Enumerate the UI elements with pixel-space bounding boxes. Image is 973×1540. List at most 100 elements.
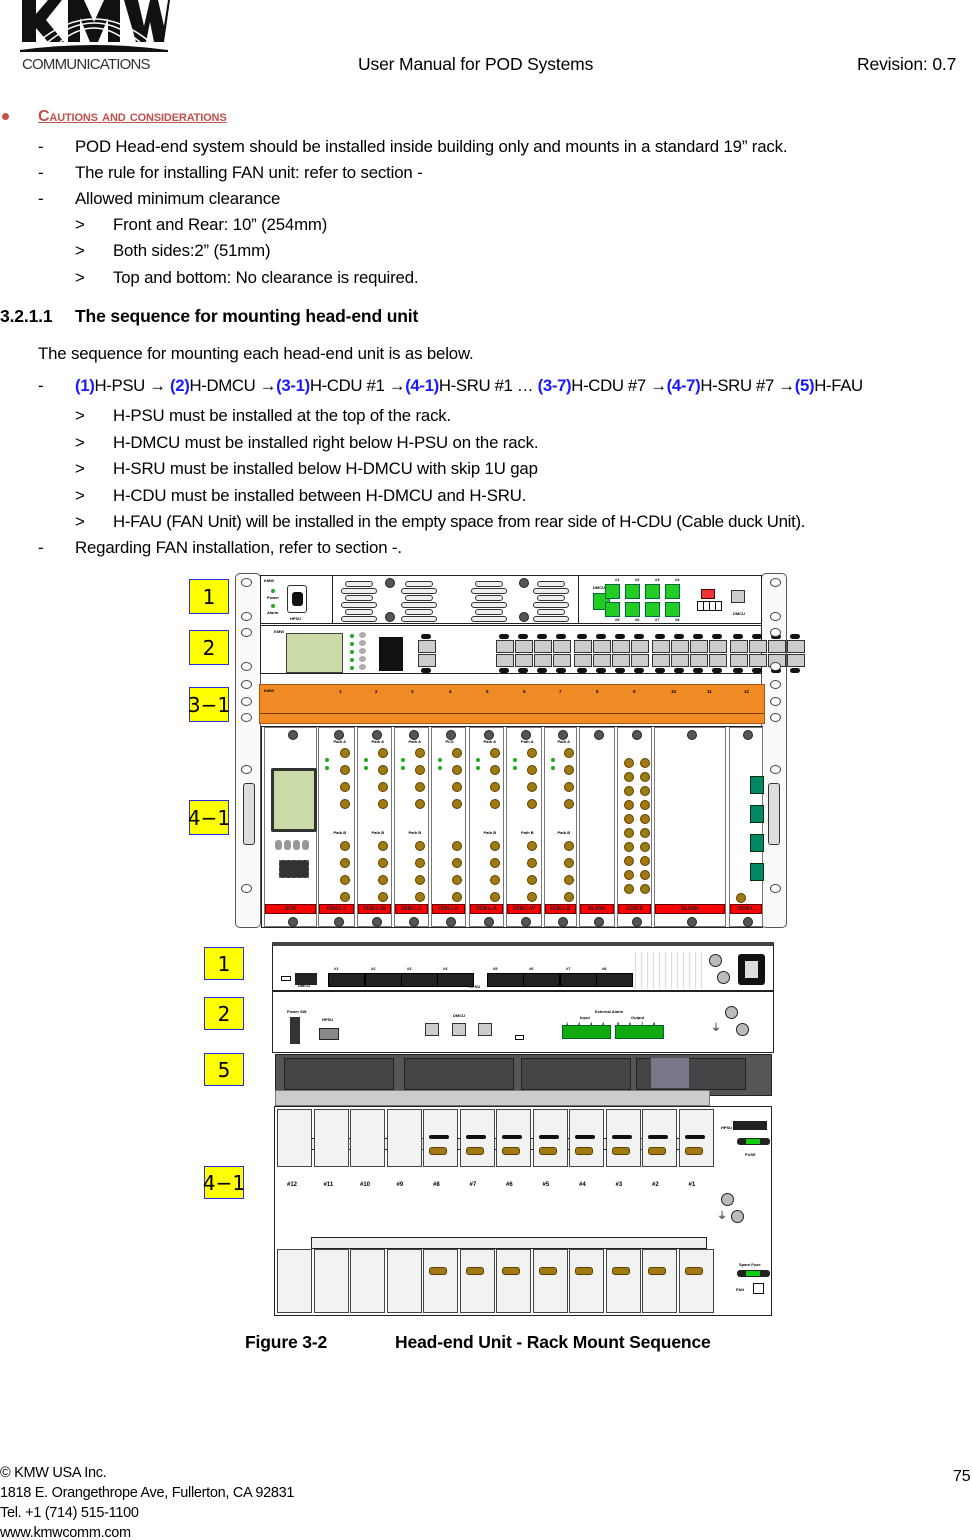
caution-item: POD Head-end system should be installed …	[75, 137, 788, 156]
port-label: #2	[635, 577, 640, 582]
port-led	[665, 602, 680, 617]
sequence-unit: H-FAU	[814, 376, 863, 395]
dash: -	[38, 538, 44, 557]
sru-rear-slot	[277, 1109, 312, 1167]
ethernet-port	[749, 654, 767, 667]
cdu-port-number: 1	[339, 689, 342, 694]
rf-connector	[640, 856, 650, 866]
cdu-port-number: 8	[596, 689, 599, 694]
port-number-badge	[733, 668, 743, 673]
slot-badge	[684, 1135, 705, 1139]
dip-switch	[703, 601, 710, 611]
fan-bracket	[275, 1090, 710, 1106]
rf-connector	[538, 1147, 557, 1155]
ground-icon: ⏚	[711, 1023, 721, 1034]
slot-badge	[502, 1135, 522, 1139]
ethernet-port	[690, 654, 708, 667]
rf-connector	[465, 1267, 484, 1275]
mount-hole	[241, 680, 252, 689]
rf-connector	[624, 828, 634, 838]
mount-hole	[241, 578, 252, 587]
power-led	[271, 589, 275, 593]
alarm-number: 7	[641, 1021, 644, 1026]
sru-rear-slot	[496, 1109, 531, 1167]
vent-slot	[405, 581, 433, 587]
status-led	[476, 766, 480, 770]
port-number-badge	[537, 634, 547, 639]
card-screw-top	[333, 730, 344, 740]
vent-slot	[345, 595, 373, 601]
status-led	[551, 766, 555, 770]
dmcu-module: DMCU #1 #5 #2 #6 #3 #7 #4 #8 DMCU	[578, 575, 762, 624]
mount-hole	[241, 697, 252, 706]
lcd-display	[271, 768, 317, 832]
ethernet-port	[534, 640, 552, 653]
screw	[519, 578, 529, 588]
footer-web[interactable]: www.kmwcomm.com	[0, 1524, 131, 1540]
hpsu-label: HPSU	[721, 1125, 733, 1130]
arrow-bullet: >	[75, 241, 85, 260]
led-label: Power	[267, 595, 280, 600]
rf-connector	[527, 892, 537, 902]
dmcu-label: DMCU	[733, 611, 745, 616]
slot-number: #7	[469, 1182, 477, 1188]
section-intro: The sequence for mounting each head-end …	[38, 344, 474, 363]
status-led	[364, 766, 368, 770]
arrow-bullet: >	[75, 215, 85, 234]
sru-rear-slot	[532, 1109, 568, 1167]
rf-connector	[736, 893, 746, 903]
button	[359, 632, 366, 638]
port-led	[645, 584, 660, 599]
vent-slot	[537, 595, 565, 601]
slot-number: #11	[323, 1182, 334, 1188]
port-number-badge	[752, 668, 762, 673]
port-number-badge	[634, 634, 644, 639]
rf-connector	[563, 892, 574, 902]
dmcu-connector	[295, 973, 317, 985]
path-label: Path B	[521, 830, 534, 835]
card-label: FEM-L-C	[395, 904, 428, 914]
button	[359, 648, 366, 654]
ethernet-port	[574, 654, 592, 667]
slot-badge	[538, 1135, 559, 1139]
port-number-badge	[596, 634, 606, 639]
vent-slot	[475, 609, 503, 615]
vent-slot	[341, 602, 377, 608]
port-led	[605, 602, 620, 617]
port-label: #7	[655, 617, 660, 622]
card-screw-bottom	[687, 917, 697, 927]
ethernet-port	[787, 640, 805, 653]
rf-connector	[563, 782, 574, 792]
rf-connector	[429, 1267, 447, 1275]
port-number-badge	[693, 634, 703, 639]
rf-connector	[465, 1147, 484, 1155]
ethernet-port	[787, 654, 805, 667]
rf-connector	[563, 748, 574, 758]
optical-port	[750, 863, 764, 881]
ethernet-ports	[279, 860, 309, 878]
brand-label: KMW	[274, 629, 284, 634]
screw	[385, 578, 395, 588]
card-screw-top	[594, 730, 604, 740]
status-led	[350, 650, 354, 654]
rule-item: H-DMCU must be installed right below H-P…	[113, 433, 539, 452]
card-screw-top	[445, 730, 456, 740]
ethernet-port	[671, 640, 689, 653]
connector-label: DMCU	[298, 983, 310, 988]
card-screw-top	[557, 730, 568, 740]
rf-connector	[451, 748, 462, 758]
rf-connector	[640, 884, 650, 894]
header-revision: Revision: 0.7	[857, 54, 957, 74]
step-label: 3−1	[188, 687, 230, 722]
ac-inlet	[738, 954, 765, 985]
alarm-led	[271, 604, 275, 608]
slot-number: #3	[615, 1182, 623, 1188]
port-number-badge	[712, 634, 722, 639]
sru-rear-slot	[569, 1249, 604, 1313]
status-led	[325, 758, 329, 762]
step-label: 2	[204, 997, 244, 1030]
rf-connector	[489, 841, 500, 851]
mount-sequence: (1)H-PSU → (2)H-DMCU →(3-1)H-CDU #1 →(4-…	[75, 376, 863, 396]
arrow-bullet: >	[75, 268, 85, 287]
sru-card: HCM-L	[729, 727, 764, 927]
